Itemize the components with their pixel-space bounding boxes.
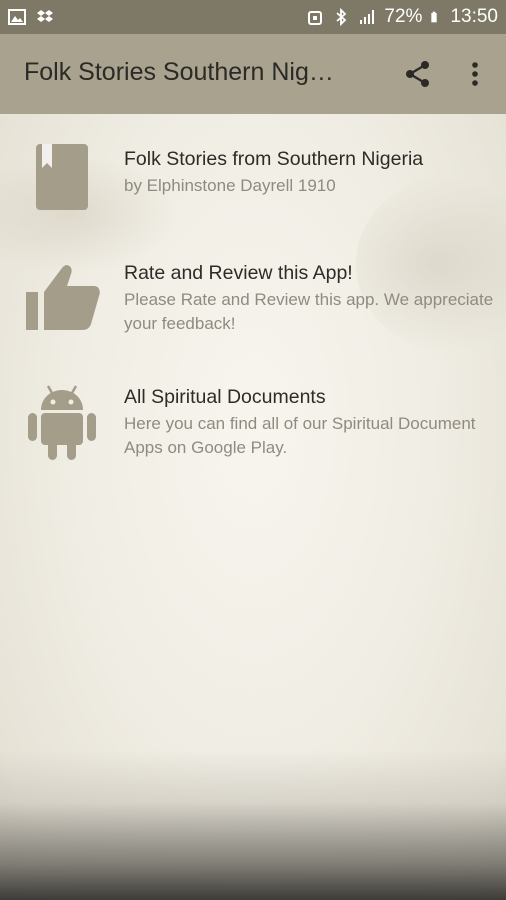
more-options-button[interactable] [460, 56, 490, 92]
book-icon [36, 144, 88, 210]
list-item-documents[interactable]: All Spiritual Documents Here you can fin… [0, 380, 506, 470]
alarm-icon [308, 11, 323, 25]
share-button[interactable] [400, 56, 436, 92]
clock: 13:50 [450, 6, 498, 27]
status-left-icons [8, 8, 54, 26]
status-right-icons: 72% 13:50 [306, 6, 498, 28]
battery-icon [431, 11, 438, 23]
list-item-subtitle: Please Rate and Review this app. We appr… [124, 290, 494, 333]
list-item-book[interactable]: Folk Stories from Southern Nigeria by El… [0, 138, 506, 218]
battery-percent: 72% [384, 6, 423, 27]
android-icon [28, 385, 96, 460]
app-bar: Folk Stories Southern Nig… [0, 34, 506, 114]
status-bar: 72% 13:50 [0, 0, 506, 34]
signal-icon [360, 10, 375, 24]
list-item-title: Folk Stories from Southern Nigeria [124, 148, 424, 170]
content-area: Folk Stories from Southern Nigeria by El… [0, 114, 506, 900]
list-item-rate[interactable]: Rate and Review this App! Please Rate an… [0, 256, 506, 346]
more-vert-icon [472, 62, 478, 86]
image-notification-icon [8, 9, 26, 25]
list-item-title: Rate and Review this App! [124, 262, 353, 284]
dropbox-icon [37, 10, 53, 22]
app-title: Folk Stories Southern Nig… [24, 58, 334, 86]
list-item-subtitle: Here you can find all of our Spiritual D… [124, 414, 476, 457]
share-icon [406, 61, 429, 87]
thumbs-up-icon [26, 265, 100, 330]
list-item-subtitle: by Elphinstone Dayrell 1910 [124, 176, 336, 195]
bottom-shadow [0, 750, 506, 900]
bluetooth-icon [336, 8, 347, 26]
list-item-title: All Spiritual Documents [124, 386, 326, 408]
